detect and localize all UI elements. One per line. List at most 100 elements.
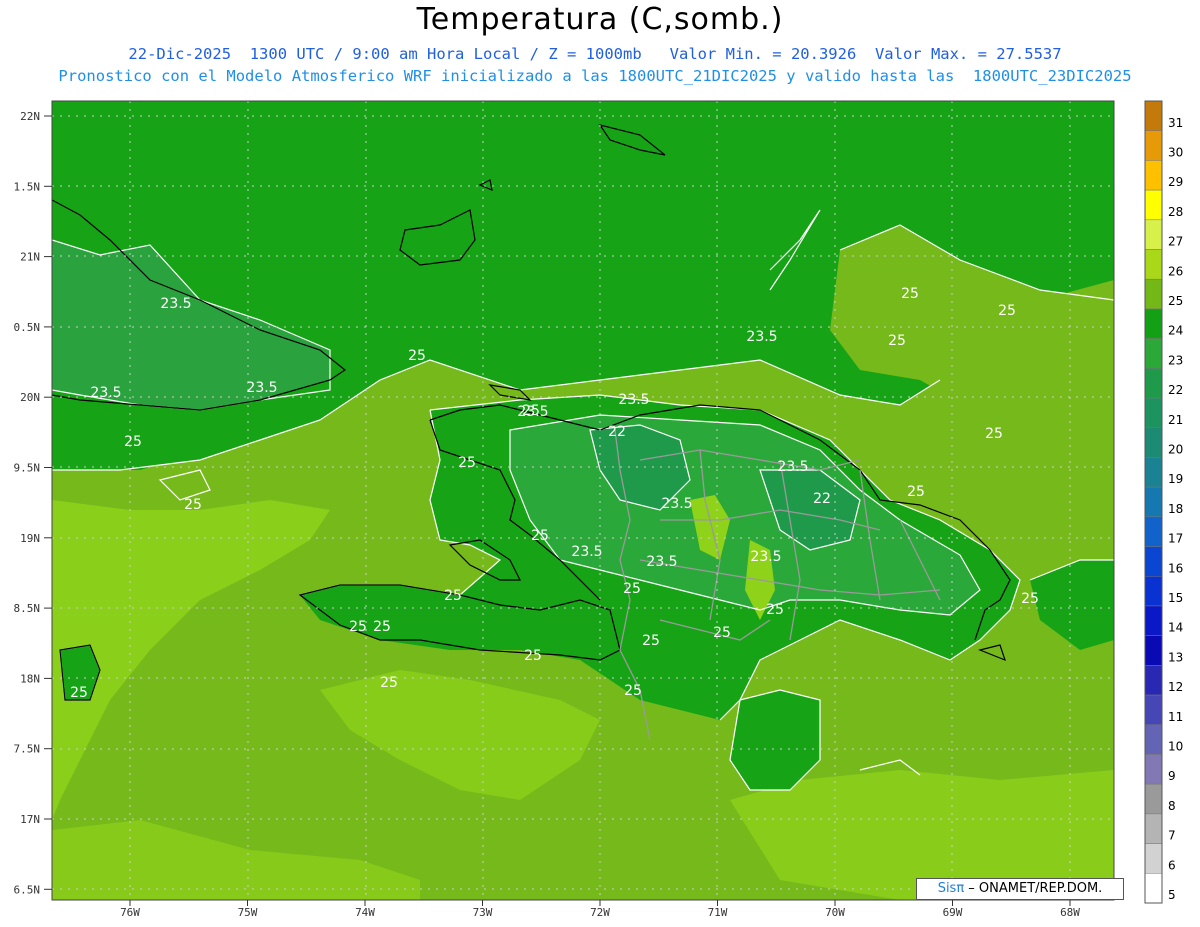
colorbar-cell: [1144, 219, 1163, 250]
colorbar-cell: [1144, 873, 1163, 904]
lon-label: 68W: [1060, 906, 1080, 919]
temperature-map: 23.5 23.5 23.5 25 25 25 25 25 23.5 23.5 22 23.5 23.5…: [14, 100, 1183, 919]
contour-label: 25: [1021, 591, 1039, 607]
contour-label: 25: [907, 484, 925, 500]
colorbar-cell: [1144, 724, 1163, 755]
lon-label: 74W: [355, 906, 375, 919]
lon-label: 70W: [825, 906, 845, 919]
contour-label: 25: [531, 528, 549, 544]
colorbar-label: 7: [1168, 829, 1176, 843]
colorbar-cell: [1144, 457, 1163, 488]
contour-label: 25: [901, 286, 919, 302]
colorbar-label: 5: [1168, 888, 1176, 902]
contour-label: 23.5: [160, 296, 191, 312]
colorbar-cell: [1144, 160, 1163, 191]
lat-label: 17N: [20, 813, 40, 826]
colorbar-cell: [1144, 397, 1163, 428]
lat-label: 8.5N: [14, 602, 41, 615]
contour-label: 25: [373, 619, 391, 635]
colorbar-label: 30: [1168, 145, 1183, 159]
contour-label: 25: [642, 633, 660, 649]
colorbar-label: 18: [1168, 502, 1183, 516]
credit-text: – ONAMET/REP.DOM.: [964, 881, 1103, 896]
contour-label: 25: [623, 581, 641, 597]
contour-label: 23.5: [777, 459, 808, 475]
colorbar-label: 26: [1168, 264, 1183, 278]
colorbar-label: 8: [1168, 799, 1176, 813]
colorbar-label: 21: [1168, 413, 1183, 427]
colorbar-label: 14: [1168, 621, 1183, 635]
colorbar-cell: [1144, 576, 1163, 607]
colorbar: 31 30 29 28 27 26 25 24 23 22 21 20 19 18 17 16 15 14 13 12…: [1144, 100, 1183, 904]
colorbar-cell: [1144, 516, 1163, 547]
contour-label: 25: [349, 619, 367, 635]
contour-label: 25: [124, 434, 142, 450]
colorbar-label: 12: [1168, 680, 1183, 694]
lat-label: 21N: [20, 251, 40, 264]
colorbar-cell: [1144, 486, 1163, 518]
colorbar-cell: [1144, 278, 1163, 310]
contour-label: 25: [888, 333, 906, 349]
contour-label: 25: [524, 648, 542, 664]
lon-label: 75W: [238, 906, 258, 919]
contour-label: 23.5: [750, 549, 781, 565]
latitude-labels: 22N 1.5N 21N 0.5N 20N 9.5N 19N 8.5N 18N 7.5N 17N 6.…: [14, 110, 52, 896]
colorbar-cell: [1144, 338, 1163, 369]
contour-label: 25: [985, 426, 1003, 442]
colorbar-label: 24: [1168, 324, 1183, 338]
contour-label: 25: [444, 588, 462, 604]
lat-label: 7.5N: [14, 743, 41, 756]
lat-label: 6.5N: [14, 883, 41, 896]
colorbar-cell: [1144, 308, 1163, 339]
colorbar-cell: [1144, 754, 1163, 785]
lon-label: 72W: [590, 906, 610, 919]
colorbar-label: 17: [1168, 532, 1183, 546]
colorbar-cell: [1144, 665, 1163, 696]
colorbar-label: 23: [1168, 353, 1183, 367]
contour-label: 23.5: [517, 404, 548, 420]
lon-label: 73W: [473, 906, 493, 919]
colorbar-cell: [1144, 783, 1163, 815]
lat-label: 18N: [20, 672, 40, 685]
credit-box: Sisπ – ONAMET/REP.DOM.: [916, 878, 1124, 900]
colorbar-cell: [1144, 694, 1163, 726]
lon-label: 76W: [120, 906, 140, 919]
colorbar-cell: [1144, 130, 1163, 161]
lat-label: 9.5N: [14, 462, 41, 475]
colorbar-cell: [1144, 249, 1163, 280]
lat-label: 22N: [20, 110, 40, 123]
colorbar-label: 13: [1168, 650, 1183, 664]
contour-label: 25: [624, 683, 642, 699]
contour-label: 22: [813, 491, 831, 507]
lon-label: 69W: [943, 906, 963, 919]
colorbar-label: 19: [1168, 472, 1183, 486]
contour-label: 23.5: [661, 496, 692, 512]
contour-label: 23.5: [618, 392, 649, 408]
colorbar-label: 9: [1168, 769, 1176, 783]
colorbar-label: 22: [1168, 383, 1183, 397]
contour-label: 25: [184, 497, 202, 513]
colorbar-cell: [1144, 635, 1163, 666]
colorbar-label: 31: [1168, 116, 1183, 130]
contour-label: 25: [380, 675, 398, 691]
colorbar-label: 27: [1168, 235, 1183, 249]
contour-label: 25: [458, 455, 476, 471]
colorbar-label: 10: [1168, 740, 1183, 754]
lat-label: 1.5N: [14, 180, 41, 193]
colorbar-cell: [1144, 189, 1163, 221]
longitude-labels: 76W 75W 74W 73W 72W 71W 70W 69W 68W: [120, 900, 1080, 919]
contour-label: 23.5: [746, 329, 777, 345]
colorbar-cell: [1144, 843, 1163, 874]
lat-label: 0.5N: [14, 321, 41, 334]
colorbar-cell: [1144, 427, 1163, 458]
contour-label: 25: [408, 348, 426, 364]
colorbar-label: 6: [1168, 858, 1176, 872]
colorbar-cell: [1144, 546, 1163, 577]
colorbar-label: 16: [1168, 561, 1183, 575]
colorbar-label: 28: [1168, 205, 1183, 219]
colorbar-label: 15: [1168, 591, 1183, 605]
colorbar-cell: [1144, 605, 1163, 636]
contour-label: 22: [608, 424, 626, 440]
contour-label: 23.5: [571, 544, 602, 560]
colorbar-cell: [1144, 100, 1163, 131]
